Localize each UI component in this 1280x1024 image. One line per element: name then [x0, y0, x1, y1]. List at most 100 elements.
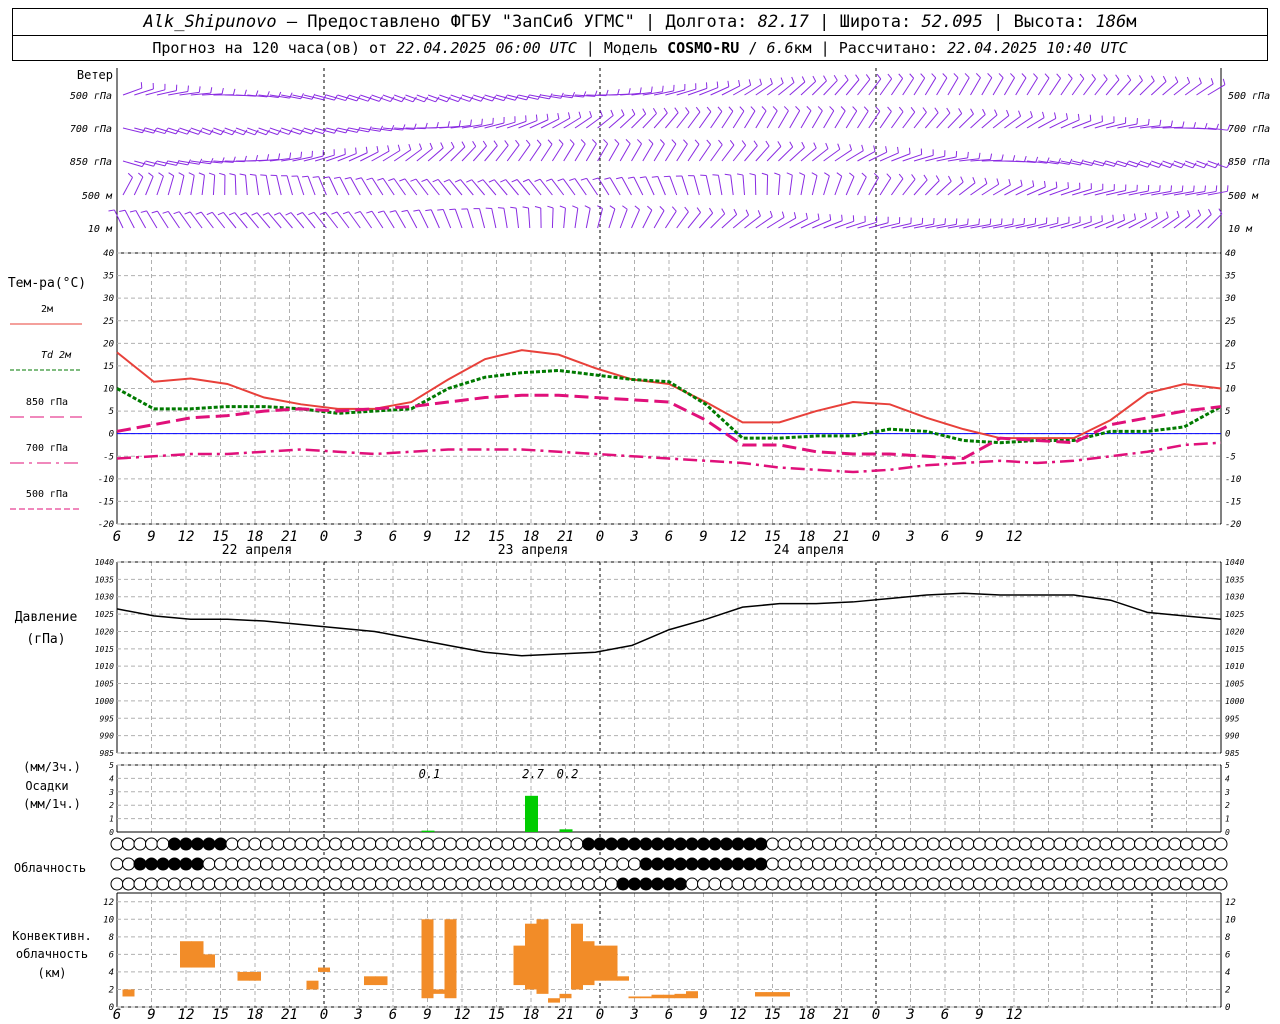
wind-barb: [418, 209, 429, 229]
wind-barb: [857, 78, 871, 96]
wind-barb-feather: [855, 74, 860, 80]
cloud-symbol: [1180, 877, 1193, 891]
wind-barb: [360, 151, 379, 162]
cloud-symbol: [858, 837, 871, 851]
wind-barb-feather: [998, 73, 1004, 79]
cloud-symbol: [892, 857, 906, 871]
wind-barb: [495, 144, 509, 162]
cloud-symbol: [306, 877, 319, 891]
wind-barb-feather: [1021, 73, 1027, 79]
wind-barb: [823, 175, 830, 196]
wind-barb: [328, 176, 339, 196]
wind-barb-feather: [1210, 78, 1214, 85]
wind-barb: [307, 176, 316, 196]
wind-barb-feather: [1150, 75, 1155, 82]
wind-barb-feather: [511, 179, 518, 183]
cloud-symbol: [237, 857, 250, 871]
y-tick-label: 1025: [95, 610, 114, 619]
wind-barb: [405, 94, 425, 103]
wind-barb: [744, 110, 756, 129]
wind-barb-feather: [232, 88, 236, 95]
cloud-symbol: [1203, 837, 1216, 851]
wind-barb: [146, 210, 158, 229]
cloud-symbol: [398, 837, 411, 851]
wind-barb: [406, 210, 418, 229]
wind-barb-feather: [1030, 111, 1033, 118]
wind-barb-feather: [1091, 73, 1096, 80]
wind-barb-feather: [534, 178, 541, 182]
wind-barb: [529, 119, 549, 129]
wind-barb: [687, 144, 700, 162]
cloud-symbol: [329, 857, 342, 871]
conv-bar: [318, 967, 330, 972]
wind-barb: [710, 111, 723, 129]
cloud-symbol: [1111, 877, 1124, 891]
wind-level-label-right: 500 м: [1228, 191, 1259, 202]
wind-barb-feather: [569, 139, 575, 145]
wind-barb-feather: [684, 206, 689, 213]
y-tick-label: 1030: [95, 593, 114, 602]
cloud-symbol: [662, 877, 676, 891]
wind-barb-feather: [1226, 185, 1229, 192]
wind-barb: [145, 176, 154, 196]
cloud-symbol: [1065, 877, 1078, 891]
wind-barb: [442, 209, 452, 229]
wind-barb: [371, 150, 390, 162]
cloud-symbol: [674, 837, 687, 851]
wind-barb: [297, 175, 305, 196]
x-tick-label: 18: [523, 1007, 540, 1023]
wind-barb: [721, 214, 737, 229]
wind-barb-feather: [603, 139, 609, 145]
cloud-symbol: [363, 857, 377, 871]
wind-barb-feather: [1147, 118, 1150, 125]
wind-barb: [371, 94, 391, 103]
y-tick-label-right: 3: [1224, 788, 1230, 797]
wind-barb-feather: [536, 139, 542, 145]
wind-barb: [255, 175, 260, 196]
wind-barb: [491, 208, 497, 229]
cloud-symbol: [248, 837, 262, 851]
wind-barb-feather: [789, 141, 794, 148]
cloud-symbol: [754, 837, 768, 851]
wind-barb-feather: [300, 151, 303, 158]
wind-barb-feather: [811, 172, 818, 177]
cloud-symbol: [340, 837, 354, 851]
cloud-symbol: [1019, 837, 1032, 851]
cloud-symbol: [685, 857, 699, 871]
wind-barb-feather: [749, 173, 756, 176]
wind-barb: [1060, 221, 1081, 229]
wind-barb: [890, 78, 904, 96]
cloud-symbol: [616, 877, 630, 891]
wind-barb-feather: [729, 139, 735, 146]
wind-barb: [665, 112, 679, 129]
y-tick-label: 2: [109, 801, 114, 810]
wind-barb-feather: [967, 218, 969, 225]
wind-barb: [1139, 217, 1158, 229]
wind-barb: [258, 127, 278, 136]
legend-label: Td 2м: [41, 350, 72, 361]
cloud-symbol: [789, 877, 802, 891]
wind-barb: [224, 127, 244, 136]
wind-barb-feather: [376, 145, 379, 153]
cloud-symbol: [996, 877, 1009, 891]
y-tick-label-right: 35: [1224, 272, 1236, 282]
wind-barb-feather: [488, 179, 495, 183]
y-tick-label: 40: [103, 249, 114, 259]
cloud-symbol: [812, 857, 825, 871]
wind-barb-feather: [208, 172, 215, 176]
wind-barb-feather: [662, 85, 664, 92]
y-tick-label-right: 1010: [1225, 662, 1244, 671]
wind-barb-feather: [1033, 73, 1038, 79]
conv-bar: [203, 954, 215, 968]
wind-barb-feather: [887, 73, 893, 80]
cloud-symbol: [1145, 877, 1159, 891]
cloud-symbol: [1019, 857, 1032, 871]
wind-barb-feather: [432, 178, 439, 183]
cloud-symbol: [1065, 837, 1078, 851]
wind-barb: [124, 210, 135, 229]
cloud-symbol: [1145, 837, 1159, 851]
wind-barb: [890, 111, 904, 129]
wind-barb-feather: [745, 209, 750, 216]
x-tick-label: 9: [423, 529, 431, 545]
wind-barb-feather: [908, 147, 911, 154]
